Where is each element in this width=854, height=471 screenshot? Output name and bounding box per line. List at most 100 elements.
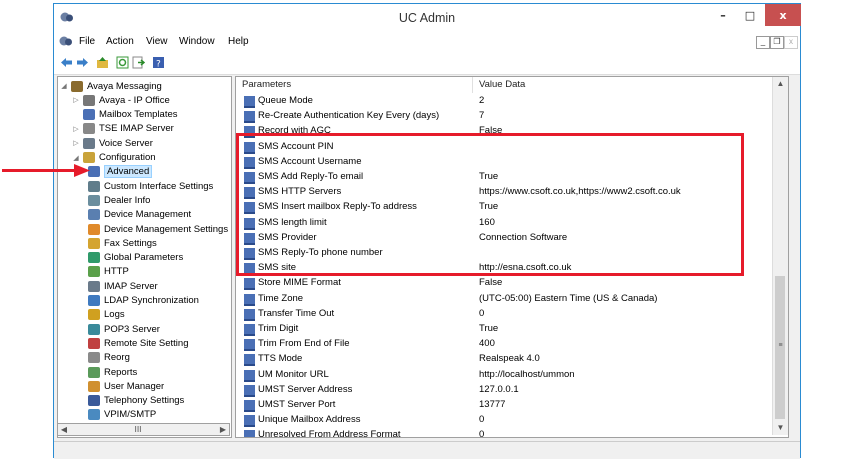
up-folder-icon[interactable] [96,56,109,69]
parameter-name: Unresolved From Address Format [258,429,401,438]
menu-window[interactable]: Window [179,36,215,47]
menu-action[interactable]: Action [106,36,134,47]
table-row[interactable]: Time Zone (UTC-05:00) Eastern Time (US & … [236,292,772,307]
status-bar [54,441,800,459]
maximize-button[interactable]: □ [737,4,763,26]
tree-item-global-parameters[interactable]: Global Parameters [88,251,183,265]
table-row[interactable]: Transfer Time Out 0 [236,307,772,322]
template-icon [83,109,95,121]
expand-arrow-icon[interactable]: ▷ [72,139,80,147]
collapse-arrow-icon[interactable]: ◢ [72,154,80,162]
server-icon [83,123,95,135]
help-icon[interactable]: ? [152,56,165,69]
tree-item-avaya-messaging[interactable]: ◢ Avaya Messaging [60,79,162,93]
tree-item-voice-server[interactable]: ▷ Voice Server [72,136,153,150]
svg-text:?: ? [156,60,161,70]
parameter-name: UMST Server Address [258,383,353,395]
scroll-up-icon[interactable]: ▲ [773,77,788,91]
parameter-value: 7 [479,110,485,122]
tree-item-tse-imap-server[interactable]: ▷ TSE IMAP Server [72,122,174,136]
tree-item-device-management[interactable]: Device Management [88,208,191,222]
minimize-button[interactable]: – [710,4,736,26]
menu-bar: File Action View Window Help _ ❐ x [54,32,800,52]
menu-help[interactable]: Help [228,36,249,47]
tree-item-remote-site-setting[interactable]: Remote Site Setting [88,336,189,350]
tree-horizontal-scrollbar[interactable]: ◀ III ▶ [57,423,230,436]
parameter-name: Time Zone [258,292,304,304]
table-row[interactable]: Re-Create Authentication Key Every (days… [236,109,772,124]
tree-item-advanced[interactable]: Advanced [88,165,153,179]
collapse-arrow-icon[interactable]: ◢ [60,82,68,90]
configuration-icon [83,152,95,163]
table-row[interactable]: UM Monitor URL http://localhost/ummon [236,368,772,383]
tree-item-label: Device Management [104,209,192,221]
column-header-parameters[interactable]: Parameters [236,77,473,93]
back-arrow-icon[interactable] [60,56,73,69]
tree-item-user-manager[interactable]: User Manager [88,379,164,393]
parameter-name: UMST Server Port [258,399,336,410]
expand-arrow-icon[interactable]: ▷ [72,125,80,133]
tree-item-reorg[interactable]: Reorg [88,351,130,365]
imap-icon [88,280,100,292]
parameter-icon [244,324,255,336]
close-button[interactable]: x [765,4,801,26]
expand-arrow-icon[interactable]: ▷ [72,96,80,104]
tree-item-custom-interface-settings[interactable]: Custom Interface Settings [88,179,213,193]
tree-item-http[interactable]: HTTP [88,265,129,279]
table-row[interactable]: TTS Mode Realspeak 4.0 [236,352,772,367]
ldap-icon [88,295,100,306]
parameter-name: Queue Mode [258,95,313,106]
tree-item-reports[interactable]: Reports [88,365,137,379]
table-row[interactable]: UMST Server Port 13777 [236,398,772,413]
reorg-icon [88,352,100,364]
tree-item-label: HTTP [104,266,129,278]
tree-item-logs[interactable]: Logs [88,308,125,322]
tree-item-label: Avaya Messaging [87,80,162,92]
list-vertical-scrollbar[interactable]: ▲ ≡ ▼ [772,77,788,435]
mdi-restore-button[interactable]: ❐ [770,36,784,49]
table-row[interactable]: UMST Server Address 127.0.0.1 [236,383,772,398]
interface-icon [88,180,100,192]
table-row[interactable]: Unresolved From Address Format 0 [236,428,772,438]
tree-item-label: Configuration [99,152,156,163]
tree-item-device-management-settings[interactable]: Device Management Settings [88,222,228,236]
mdi-close-button[interactable]: x [784,36,798,49]
tree-item-dealer-info[interactable]: Dealer Info [88,193,150,207]
tree-item-telephony-settings[interactable]: Telephony Settings [88,394,184,408]
title-bar[interactable]: UC Admin – □ x [54,4,801,32]
forward-arrow-icon[interactable] [76,56,89,69]
table-row[interactable]: Queue Mode 2 [236,94,772,109]
tree-item-vpim-smtp[interactable]: VPIM/SMTP [88,408,156,422]
parameter-value: True [479,323,499,334]
tree-item-imap-server[interactable]: IMAP Server [88,279,158,293]
tree-item-ldap-synchronization[interactable]: LDAP Synchronization [88,294,199,308]
export-icon[interactable] [132,56,145,69]
parameter-value: http://localhost/ummon [479,368,575,380]
dealer-icon [88,194,100,206]
tree-item-pop3-server[interactable]: POP3 Server [88,322,160,336]
table-row[interactable]: Store MIME Format False [236,276,772,291]
tree-item-label: Avaya - IP Office [99,94,170,106]
column-header-value-data[interactable]: Value Data [473,77,772,93]
refresh-icon[interactable] [116,56,129,69]
scroll-left-icon[interactable]: ◀ [58,424,70,435]
table-row[interactable]: Trim Digit True [236,322,772,337]
scroll-down-icon[interactable]: ▼ [773,421,788,435]
parameter-icon [244,354,255,367]
toolbar: ? [54,52,800,75]
messaging-icon [71,80,83,92]
tree-item-mailbox-templates[interactable]: Mailbox Templates [72,108,178,122]
tree-item-label: Telephony Settings [104,395,185,407]
mdi-minimize-button[interactable]: _ [756,36,770,49]
menu-view[interactable]: View [146,36,168,47]
menu-file[interactable]: File [79,36,95,47]
parameter-name: Transfer Time Out [258,307,335,319]
tree-item-avaya-ip-office[interactable]: ▷ Avaya - IP Office [72,93,170,107]
scroll-right-icon[interactable]: ▶ [217,424,229,435]
parameter-icon [244,96,255,108]
parameter-value: 2 [479,95,485,106]
table-row[interactable]: Unique Mailbox Address 0 [236,413,772,428]
tree-item-fax-settings[interactable]: Fax Settings [88,236,157,250]
scroll-thumb[interactable]: III [118,424,158,435]
table-row[interactable]: Trim From End of File 400 [236,337,772,352]
